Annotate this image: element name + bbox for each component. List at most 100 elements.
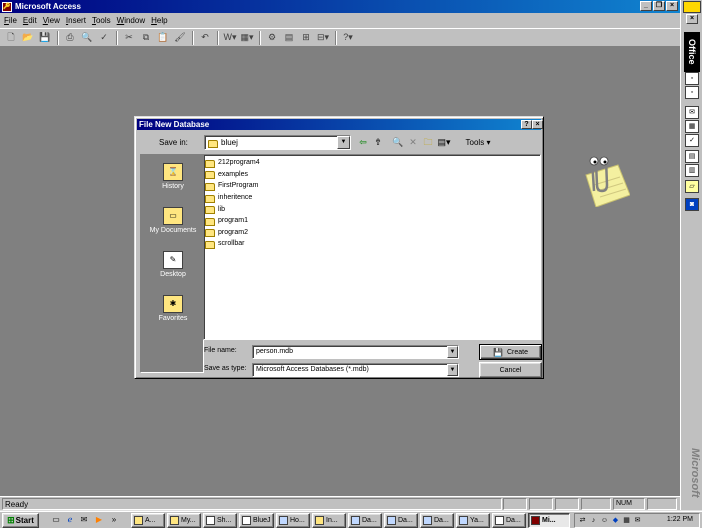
volume-icon[interactable]: ♪ xyxy=(589,516,598,525)
more-quick-launch-icon[interactable]: » xyxy=(108,513,120,526)
search-web-icon[interactable]: 🔍 xyxy=(391,136,405,149)
new-folder-icon[interactable]: 🗀 xyxy=(421,136,435,149)
list-item[interactable]: examples xyxy=(205,169,539,181)
menu-insert[interactable]: Insert xyxy=(66,16,86,25)
file-name-input[interactable]: person.mdb ▼ xyxy=(252,345,459,359)
new-message-icon[interactable]: ✉ xyxy=(685,106,699,119)
office-assistant-icon[interactable]: ?▾ xyxy=(340,30,356,45)
back-arrow-icon[interactable]: ⇦ xyxy=(356,136,370,149)
messenger-icon[interactable]: ☺ xyxy=(600,516,609,525)
spelling-icon[interactable]: ✓ xyxy=(96,30,112,45)
new-journal-icon[interactable]: ▥ xyxy=(685,164,699,177)
list-item[interactable]: FirstProgram xyxy=(205,180,539,192)
office-label[interactable]: Office xyxy=(684,32,700,72)
minimize-button[interactable]: _ xyxy=(640,1,652,11)
taskbar-button[interactable]: Ho... xyxy=(276,513,310,528)
taskbar-button[interactable]: BlueJ xyxy=(239,513,274,528)
chevron-down-icon[interactable]: ▼ xyxy=(447,364,458,376)
save-icon[interactable]: 💾 xyxy=(37,30,53,45)
tools-menu-button[interactable]: Tools ▾ xyxy=(461,136,495,149)
cancel-button[interactable]: Cancel xyxy=(479,362,542,378)
list-item[interactable]: program1 xyxy=(205,215,539,227)
folder-icon xyxy=(208,139,218,148)
dialog-close-button[interactable]: × xyxy=(532,120,543,129)
task-scheduler-icon[interactable]: ▦ xyxy=(622,516,631,525)
open-office-document-icon[interactable]: ▫ xyxy=(685,86,699,99)
relationships-icon[interactable]: ⊞ xyxy=(298,30,314,45)
dialog-help-button[interactable]: ? xyxy=(521,120,532,129)
taskbar-button-active[interactable]: Mi... xyxy=(528,513,570,528)
menu-window[interactable]: Window xyxy=(117,16,145,25)
show-desktop-icon[interactable]: ▭ xyxy=(50,513,62,526)
restore-button[interactable]: ❐ xyxy=(653,1,665,11)
start-button[interactable]: ⊞ Start xyxy=(2,513,39,528)
office-help-icon[interactable]: ◙ xyxy=(685,198,699,211)
chevron-down-icon[interactable]: ▼ xyxy=(337,136,350,149)
taskbar-button[interactable]: My... xyxy=(167,513,201,528)
taskbar-button[interactable]: In... xyxy=(312,513,346,528)
views-icon[interactable]: ▤▾ xyxy=(437,136,451,149)
create-button[interactable]: 💾 Create xyxy=(479,344,542,360)
list-item[interactable]: lib xyxy=(205,203,539,215)
office-assistant-clippit[interactable] xyxy=(572,145,630,207)
chevron-down-icon[interactable]: ▼ xyxy=(447,346,458,358)
place-history[interactable]: ⌛ History xyxy=(141,163,205,190)
new-appointment-icon[interactable]: ▦ xyxy=(685,120,699,133)
internet-explorer-icon[interactable]: ℯ xyxy=(64,513,76,526)
undo-icon[interactable]: ↶ xyxy=(197,30,213,45)
taskbar-button[interactable]: Sh... xyxy=(203,513,237,528)
taskbar-button[interactable]: Da... xyxy=(420,513,454,528)
outlook-icon[interactable]: ✉ xyxy=(78,513,90,526)
new-icon[interactable]: 🗋 xyxy=(3,30,19,45)
list-item[interactable]: inheritence xyxy=(205,192,539,204)
taskbar-button[interactable]: Da... xyxy=(492,513,526,528)
file-list[interactable]: 212program4 examples FirstProgram inheri… xyxy=(203,154,541,340)
mail-icon[interactable]: ✉ xyxy=(633,516,642,525)
save-as-type-dropdown[interactable]: Microsoft Access Databases (*.mdb) ▼ xyxy=(252,363,459,377)
place-desktop[interactable]: ✎ Desktop xyxy=(141,251,205,278)
taskbar-button[interactable]: Ya... xyxy=(456,513,490,528)
place-my-documents[interactable]: ▭ My Documents xyxy=(141,207,205,234)
menu-help[interactable]: Help xyxy=(151,16,167,25)
media-player-icon[interactable]: ▶ xyxy=(93,513,105,526)
code-icon[interactable]: ⚙ xyxy=(264,30,280,45)
cut-icon[interactable]: ✂ xyxy=(121,30,137,45)
office-shortcut-bar: × Office ▫ ▫ ✉ ▦ ✓ ▤ ▥ ▱ ◙ Microsoft xyxy=(680,0,702,510)
print-preview-icon[interactable]: 🔍 xyxy=(79,30,95,45)
list-item[interactable]: scrollbar xyxy=(205,238,539,250)
place-favorites[interactable]: ✱ Favorites xyxy=(141,295,205,322)
new-note-icon[interactable]: ▱ xyxy=(685,180,699,193)
print-icon[interactable]: ⎙ xyxy=(62,30,78,45)
menu-tools[interactable]: Tools xyxy=(92,16,111,25)
open-icon[interactable]: 📂 xyxy=(20,30,36,45)
close-button[interactable]: × xyxy=(666,1,678,11)
antivirus-icon[interactable]: ◆ xyxy=(611,516,620,525)
menu-edit[interactable]: Edit xyxy=(23,16,37,25)
up-one-level-icon[interactable]: ⇮ xyxy=(371,136,385,149)
properties-icon[interactable]: ▤ xyxy=(281,30,297,45)
copy-icon[interactable]: ⧉ xyxy=(138,30,154,45)
clock[interactable]: 1:22 PM xyxy=(667,516,693,523)
taskbar-button[interactable]: A... xyxy=(131,513,165,528)
taskbar-button[interactable]: Da... xyxy=(384,513,418,528)
office-links-icon[interactable]: W▾ xyxy=(222,30,238,45)
officebar-close-button[interactable]: × xyxy=(686,14,698,24)
analyze-icon[interactable]: ▦▾ xyxy=(239,30,255,45)
new-office-document-icon[interactable]: ▫ xyxy=(685,72,699,85)
new-contact-icon[interactable]: ▤ xyxy=(685,150,699,163)
menu-file[interactable]: File xyxy=(4,16,17,25)
menu-view[interactable]: View xyxy=(43,16,60,25)
office-logo-icon[interactable] xyxy=(682,1,701,13)
delete-icon[interactable]: ✕ xyxy=(406,136,420,149)
new-object-icon[interactable]: ⊟▾ xyxy=(315,30,331,45)
toolbar-separator xyxy=(116,30,118,45)
format-painter-icon[interactable]: 🖌 xyxy=(172,30,188,45)
network-icon[interactable]: ⇄ xyxy=(578,516,587,525)
paste-icon[interactable]: 📋 xyxy=(155,30,171,45)
list-item[interactable]: 212program4 xyxy=(205,157,539,169)
access-key-icon[interactable]: 🔑 xyxy=(2,1,12,12)
list-item[interactable]: program2 xyxy=(205,227,539,239)
new-task-icon[interactable]: ✓ xyxy=(685,134,699,147)
taskbar-button[interactable]: Da... xyxy=(348,513,382,528)
save-in-dropdown[interactable]: bluej ▼ xyxy=(204,135,351,150)
